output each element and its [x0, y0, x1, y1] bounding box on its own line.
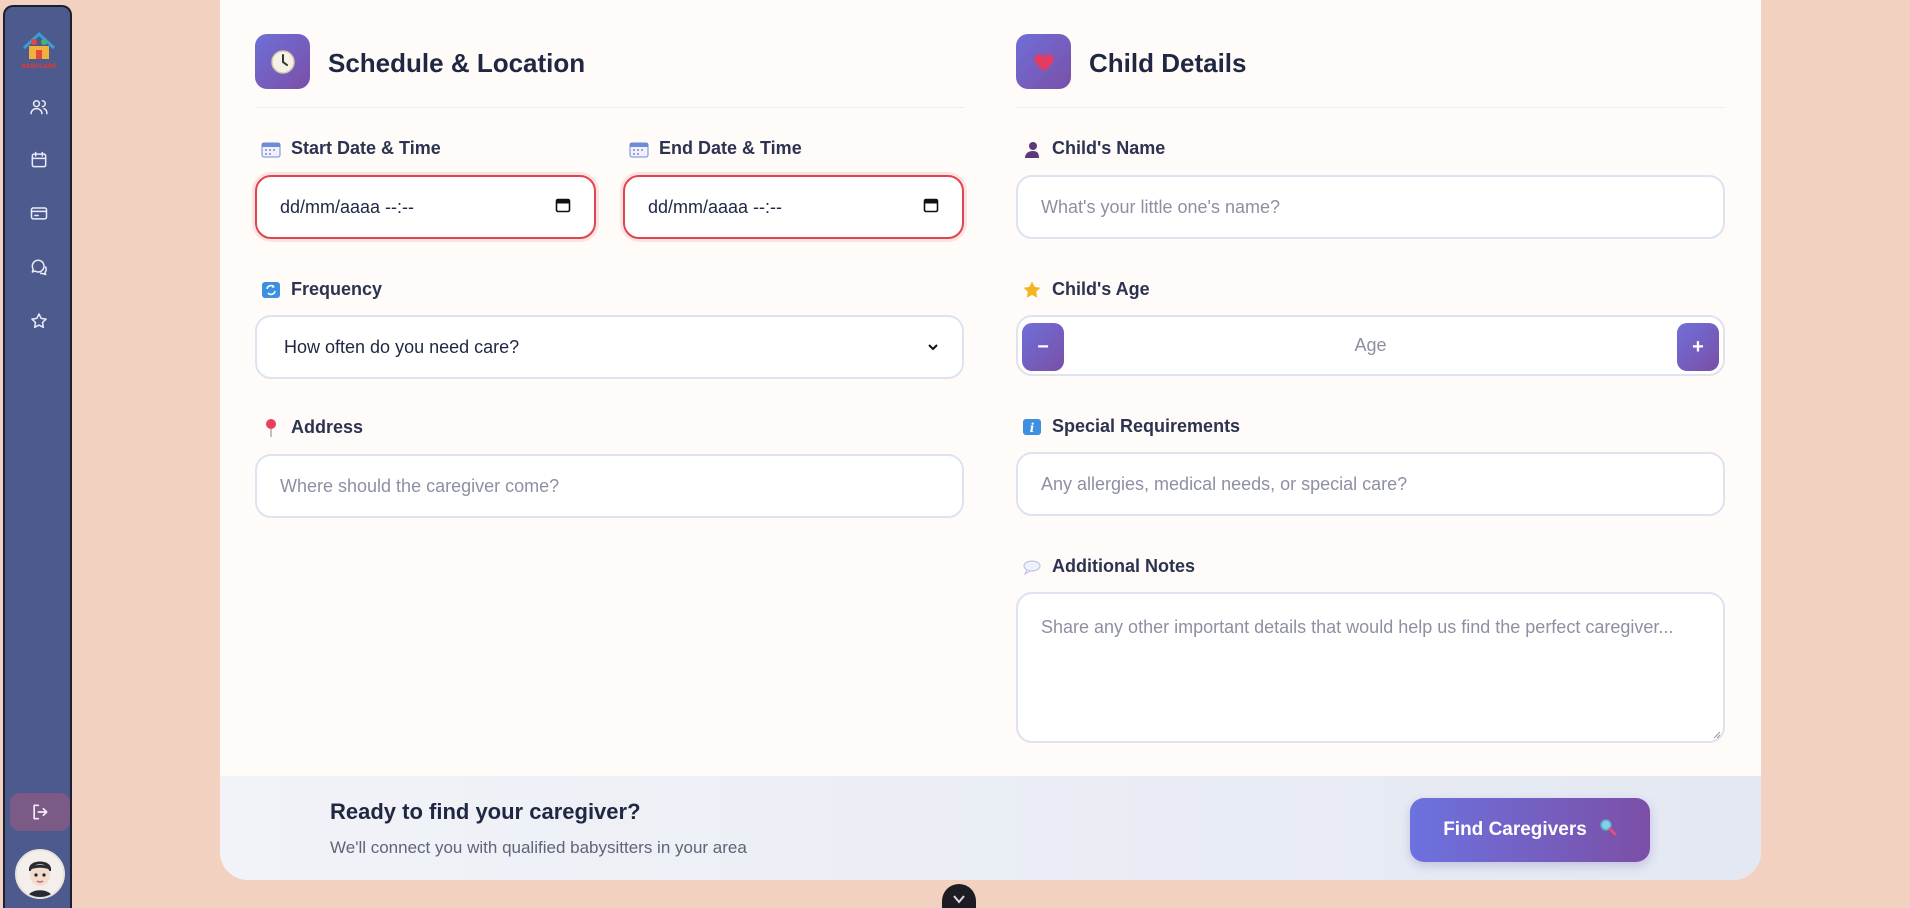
scroll-down-handle[interactable]: [942, 884, 976, 908]
avatar[interactable]: [15, 849, 65, 899]
logo-text: BABYCARE: [21, 63, 56, 70]
messages-icon[interactable]: [25, 253, 53, 281]
cta-footer: Ready to find your caregiver? We'll conn…: [220, 776, 1761, 880]
credit-card-icon[interactable]: [25, 199, 53, 227]
calendar-picker-icon[interactable]: [555, 197, 571, 218]
star-icon[interactable]: [25, 307, 53, 335]
end-datetime-value: dd/mm/aaaa --:--: [648, 196, 783, 217]
child-title: Child Details: [1089, 48, 1247, 78]
address-label: Address: [260, 417, 363, 438]
chevron-down-icon: [927, 337, 939, 358]
speech-bubble-icon: [1021, 557, 1043, 577]
schedule-header: Schedule & Location: [255, 34, 964, 108]
frequency-label-text: Frequency: [291, 279, 383, 299]
find-caregivers-label: Find Caregivers: [1443, 819, 1587, 840]
additional-notes-textarea[interactable]: Share any other important details that w…: [1016, 592, 1725, 743]
address-input[interactable]: Where should the caregiver come?: [255, 454, 964, 518]
sidebar: BABYCARE: [3, 5, 72, 908]
calendar-picker-icon[interactable]: [923, 197, 939, 218]
logout-icon: [33, 804, 48, 820]
star-icon: [1021, 280, 1043, 300]
app-logo[interactable]: BABYCARE: [18, 28, 60, 70]
special-requirements-label-text: Special Requirements: [1052, 416, 1241, 436]
cta-subtitle: We'll connect you with qualified babysit…: [330, 838, 747, 857]
child-name-input[interactable]: What's your little one's name?: [1016, 175, 1725, 239]
start-datetime-value: dd/mm/aaaa --:--: [280, 196, 415, 217]
age-stepper: − Age +: [1016, 315, 1725, 376]
chevron-down-icon: [953, 895, 965, 904]
end-label-text: End Date & Time: [659, 138, 802, 158]
special-requirements-input[interactable]: Any allergies, medical needs, or special…: [1016, 452, 1725, 516]
start-datetime-input[interactable]: dd/mm/aaaa --:--: [255, 175, 596, 239]
additional-notes-placeholder: Share any other important details that w…: [1041, 617, 1674, 637]
pin-icon: [260, 418, 282, 438]
start-label-text: Start Date & Time: [291, 138, 441, 158]
person-icon: [1021, 139, 1043, 159]
booking-form-card: Schedule & Location Start Date & Time dd…: [220, 0, 1761, 880]
cta-title: Ready to find your caregiver?: [330, 799, 641, 824]
additional-notes-label: Additional Notes: [1021, 556, 1195, 577]
repeat-icon: [260, 280, 282, 300]
magnifier-icon: [1599, 818, 1617, 842]
calendar-icon: [628, 139, 650, 159]
frequency-select[interactable]: How often do you need care?: [255, 315, 964, 379]
resize-handle-icon[interactable]: [1711, 729, 1721, 739]
logout-button[interactable]: [10, 793, 70, 831]
increment-button[interactable]: +: [1677, 323, 1719, 371]
frequency-value: How often do you need care?: [284, 336, 520, 357]
clock-icon: [255, 34, 310, 89]
child-age-label: Child's Age: [1021, 279, 1150, 300]
calendar-icon: [260, 139, 282, 159]
special-requirements-placeholder: Any allergies, medical needs, or special…: [1041, 473, 1408, 494]
child-name-placeholder: What's your little one's name?: [1041, 196, 1280, 217]
frequency-label: Frequency: [260, 279, 382, 300]
child-header: Child Details: [1016, 34, 1725, 108]
svg-text:i: i: [1030, 421, 1035, 435]
decrement-button[interactable]: −: [1022, 323, 1064, 371]
info-icon: i: [1021, 417, 1043, 437]
child-age-label-text: Child's Age: [1052, 279, 1150, 299]
address-placeholder: Where should the caregiver come?: [280, 475, 560, 496]
heart-icon: [1016, 34, 1071, 89]
calendar-icon[interactable]: [25, 146, 53, 174]
child-name-label-text: Child's Name: [1052, 138, 1166, 158]
start-datetime-label: Start Date & Time: [260, 138, 441, 159]
additional-notes-label-text: Additional Notes: [1052, 556, 1195, 576]
address-label-text: Address: [291, 417, 364, 437]
age-input[interactable]: Age: [1354, 335, 1386, 356]
child-name-label: Child's Name: [1021, 138, 1165, 159]
end-datetime-input[interactable]: dd/mm/aaaa --:--: [623, 175, 964, 239]
end-datetime-label: End Date & Time: [628, 138, 802, 159]
special-requirements-label: i Special Requirements: [1021, 416, 1240, 437]
users-icon[interactable]: [25, 93, 53, 121]
find-caregivers-button[interactable]: Find Caregivers: [1410, 798, 1650, 862]
schedule-title: Schedule & Location: [328, 48, 586, 78]
